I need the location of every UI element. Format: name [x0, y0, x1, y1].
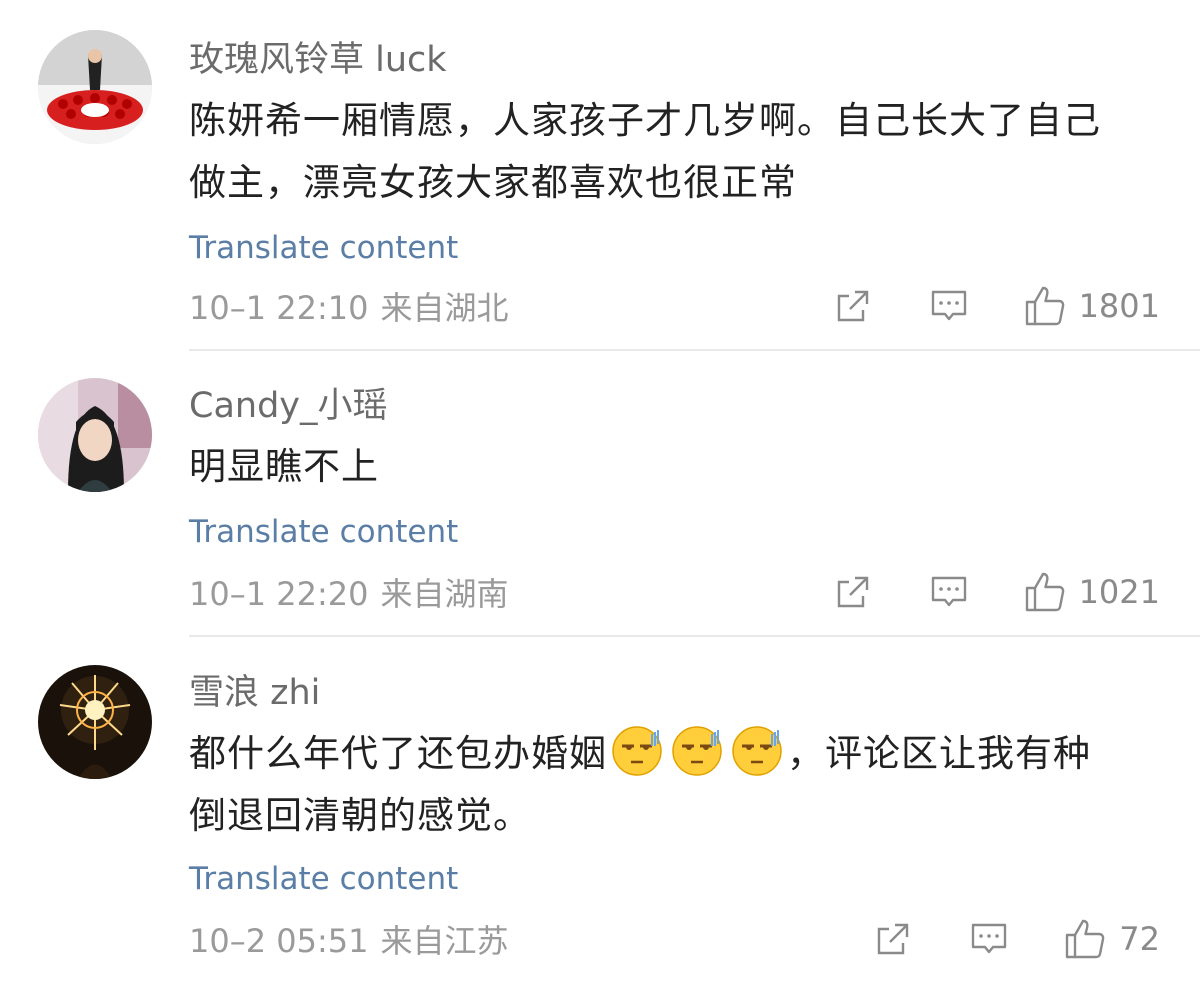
- like-count: 1021: [1078, 573, 1160, 611]
- share-icon: [873, 919, 913, 959]
- reply-button[interactable]: [969, 919, 1009, 959]
- reply-button[interactable]: [929, 286, 969, 326]
- like-icon: [1023, 284, 1067, 328]
- timestamp: 10–2 05:51 来自江苏: [189, 922, 509, 960]
- like-button[interactable]: 72: [1063, 917, 1160, 961]
- comment-text-line: 都什么年代了还包办婚姻 ，评论区让我有种: [189, 723, 1160, 785]
- comment-text-segment: ，评论区让我有种: [787, 732, 1091, 775]
- comment-text: 陈妍希一厢情愿，人家孩子才几岁啊。自己长大了自己 做主，漂亮女孩大家都喜欢也很正…: [189, 90, 1160, 214]
- sweat-speechless-emoji-icon: [730, 724, 784, 778]
- location: 来自湖北: [380, 289, 509, 327]
- reply-button[interactable]: [929, 572, 969, 612]
- comment-text-line: 做主，漂亮女孩大家都喜欢也很正常: [189, 161, 797, 204]
- sweat-speechless-emoji-icon: [670, 724, 724, 778]
- sweat-speechless-emoji-icon: [610, 724, 664, 778]
- location: 来自江苏: [380, 922, 509, 960]
- comment-icon: [929, 572, 969, 612]
- share-button[interactable]: [833, 572, 873, 612]
- timestamp: 10–1 22:20 来自湖南: [189, 575, 509, 613]
- divider: [189, 635, 1200, 637]
- translate-link[interactable]: Translate content: [189, 859, 1160, 899]
- like-count: 1801: [1078, 287, 1160, 325]
- avatar[interactable]: [38, 30, 152, 144]
- like-icon: [1063, 917, 1107, 961]
- location: 来自湖南: [380, 575, 509, 613]
- comment-text: 明显瞧不上: [189, 436, 1160, 498]
- comment-text: 都什么年代了还包办婚姻 ，评论区让我有种 倒退回清朝的感觉。: [189, 723, 1160, 847]
- avatar[interactable]: [38, 665, 152, 779]
- like-count: 72: [1119, 920, 1160, 958]
- username[interactable]: 玫瑰风铃草 luck: [189, 37, 1160, 83]
- share-button[interactable]: [873, 919, 913, 959]
- translate-link[interactable]: Translate content: [189, 228, 1160, 268]
- comment-icon: [929, 286, 969, 326]
- share-icon: [833, 572, 873, 612]
- comment-icon: [969, 919, 1009, 959]
- user-photo-sparkler-icon: [38, 665, 152, 779]
- comment-text-line: 倒退回清朝的感觉。: [189, 794, 531, 837]
- like-icon: [1023, 570, 1067, 614]
- share-button[interactable]: [833, 286, 873, 326]
- comment-meta: 10–2 05:51 来自江苏 72: [189, 915, 1160, 963]
- comment-text-line: 陈妍希一厢情愿，人家孩子才几岁啊。自己长大了自己: [189, 99, 1101, 142]
- divider: [189, 349, 1200, 351]
- avatar[interactable]: [38, 378, 152, 492]
- comment-meta: 10–1 22:20 来自湖南 1021: [189, 568, 1160, 616]
- username[interactable]: Candy_小瑶: [189, 383, 1160, 429]
- like-button[interactable]: 1801: [1023, 284, 1160, 328]
- like-button[interactable]: 1021: [1023, 570, 1160, 614]
- user-photo-girl-icon: [38, 378, 152, 492]
- comment-text-line: 明显瞧不上: [189, 445, 379, 488]
- username[interactable]: 雪浪 zhi: [189, 670, 1160, 716]
- timestamp: 10–1 22:10 来自湖北: [189, 289, 509, 327]
- user-photo-roses-icon: [38, 30, 152, 144]
- translate-link[interactable]: Translate content: [189, 512, 1160, 552]
- comment-meta: 10–1 22:10 来自湖北 1801: [189, 282, 1160, 330]
- comment-text-segment: 都什么年代了还包办婚姻: [189, 732, 607, 775]
- share-icon: [833, 286, 873, 326]
